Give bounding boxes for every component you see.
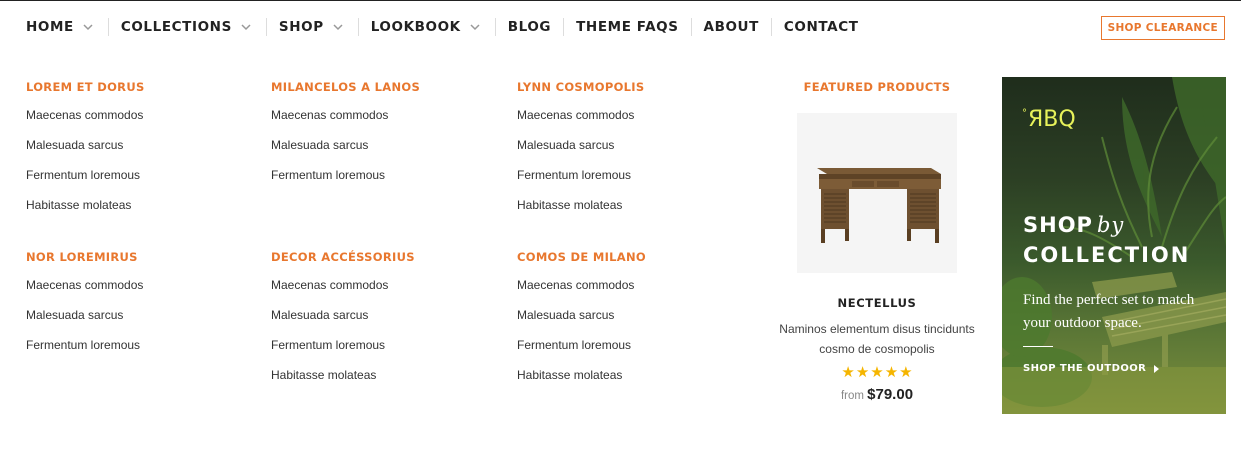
menu-column-title[interactable]: MILANCELOS A LANOS [271, 78, 501, 96]
menu-link[interactable]: Maecenas commodos [517, 278, 747, 308]
menu-column-title[interactable]: LOREM ET DORUS [26, 78, 256, 96]
menu-column-links: Maecenas commodos Malesuada sarcus Ferment… [26, 278, 256, 368]
nav-items: HOME COLLECTIONS SHOP LOOKBOOK BLOG THEME FAQ… [14, 1, 871, 53]
banner-text: Find the perfect set to match your outdo… [1023, 292, 1195, 331]
menu-column-title[interactable]: LYNN COSMOPOLIS [517, 78, 747, 96]
menu-link[interactable]: Malesuada sarcus [271, 308, 501, 338]
product-price-row: from $79.00 [778, 386, 976, 403]
banner-divider [1023, 346, 1053, 347]
menu-link[interactable]: Maecenas commodos [517, 108, 747, 138]
menu-link[interactable]: Fermentum loremous [26, 338, 256, 368]
menu-link[interactable]: Maecenas commodos [271, 108, 501, 138]
menu-column-1: LOREM ET DORUS Maecenas commodos Malesuad… [26, 78, 256, 228]
star-icon: ★ [899, 364, 913, 381]
menu-column-links: Maecenas commodos Malesuada sarcus Ferment… [26, 108, 256, 228]
menu-column-links: Maecenas commodos Malesuada sarcus Ferment… [271, 278, 501, 398]
menu-column-title[interactable]: DECOR ACCÉSSORIUS [271, 248, 501, 266]
product-price: $79.00 [867, 386, 914, 403]
collection-banner[interactable]: °ЯBQ SHOP by COLLECTION Find the perfect … [1002, 77, 1226, 414]
menu-link[interactable]: Malesuada sarcus [517, 138, 747, 168]
nav-item-label: SHOP [278, 19, 324, 35]
price-prefix: from [840, 390, 864, 402]
menu-link[interactable]: Fermentum loremous [271, 338, 501, 368]
banner-heading-collection: COLLECTION [1023, 243, 1191, 267]
menu-column-title[interactable]: COMOS DE MILANO [517, 248, 747, 266]
star-icon: ★ [841, 364, 855, 381]
product-name[interactable]: NECTELLUS [778, 296, 976, 310]
nav-item-about[interactable]: ABOUT [690, 18, 771, 36]
menu-link[interactable]: Habitasse molateas [271, 368, 501, 398]
nav-item-blog[interactable]: BLOG [494, 18, 563, 36]
nav-item-contact[interactable]: CONTACT [770, 18, 871, 36]
wooden-desk-image [817, 168, 941, 243]
menu-link[interactable]: Fermentum loremous [271, 168, 501, 198]
menu-link[interactable]: Fermentum loremous [517, 338, 747, 368]
menu-link[interactable]: Maecenas commodos [26, 278, 256, 308]
menu-column-3: LYNN COSMOPOLIS Maecenas commodos Malesua… [517, 78, 747, 228]
nav-item-label: CONTACT [783, 19, 859, 35]
menu-link[interactable]: Habitasse molateas [517, 368, 747, 398]
menu-link[interactable]: Habitasse molateas [517, 198, 747, 228]
menu-column-title[interactable]: NOR LOREMIRUS [26, 248, 256, 266]
chevron-down-icon [240, 22, 254, 32]
menu-link[interactable]: Malesuada sarcus [271, 138, 501, 168]
shop-the-outdoor-link[interactable]: SHOP THE OUTDOOR [1023, 363, 1160, 374]
menu-column-links: Maecenas commodos Malesuada sarcus Ferment… [517, 108, 747, 228]
banner-heading-by: by [1096, 213, 1125, 237]
menu-column-links: Maecenas commodos Malesuada sarcus Ferment… [517, 278, 747, 398]
shop-the-outdoor-label: SHOP THE OUTDOOR [1023, 363, 1147, 374]
nav-item-lookbook[interactable]: LOOKBOOK [357, 18, 495, 36]
menu-column-6: COMOS DE MILANO Maecenas commodos Malesua… [517, 248, 747, 398]
chevron-down-icon [82, 22, 96, 32]
banner-heading-line1: SHOP by [1023, 213, 1124, 237]
menu-link[interactable]: Fermentum loremous [517, 168, 747, 198]
chevron-down-icon [332, 22, 346, 32]
product-description: Naminos elementum disus tincidunts cosmo… [779, 322, 975, 356]
menu-column-2: MILANCELOS A LANOS Maecenas commodos Male… [271, 78, 501, 198]
menu-link[interactable]: Malesuada sarcus [26, 138, 256, 168]
star-icon: ★ [870, 364, 884, 381]
nav-item-theme-faqs[interactable]: THEME FAQS [563, 18, 690, 36]
nav-item-label: COLLECTIONS [120, 19, 232, 35]
featured-products: FEATURED PRODUCTS NECTELLUS Naminos elem… [778, 78, 976, 403]
menu-link[interactable]: Malesuada sarcus [26, 308, 256, 338]
nav-item-label: THEME FAQS [576, 19, 679, 35]
banner-heading-shop: SHOP [1023, 213, 1093, 237]
menu-link[interactable]: Habitasse molateas [26, 198, 256, 228]
nav-item-label: ABOUT [703, 19, 759, 35]
menu-column-5: DECOR ACCÉSSORIUS Maecenas commodos Males… [271, 248, 501, 398]
shop-clearance-label: SHOP CLEARANCE [1107, 22, 1218, 34]
featured-products-title: FEATURED PRODUCTS [803, 80, 951, 94]
menu-link[interactable]: Maecenas commodos [26, 108, 256, 138]
menu-link[interactable]: Fermentum loremous [26, 168, 256, 198]
menu-link[interactable]: Malesuada sarcus [517, 308, 747, 338]
menu-column-links: Maecenas commodos Malesuada sarcus Ferment… [271, 108, 501, 198]
menu-link[interactable]: Maecenas commodos [271, 278, 501, 308]
star-icon: ★ [884, 364, 899, 381]
nav-item-label: BLOG [507, 19, 552, 35]
star-icon: ★ [855, 364, 870, 381]
nav-item-collections[interactable]: COLLECTIONS [107, 18, 266, 36]
product-rating: ★ ★ ★ ★ ★ [778, 365, 976, 381]
nav-item-home[interactable]: HOME [14, 18, 108, 36]
shop-clearance-button[interactable]: SHOP CLEARANCE [1100, 16, 1225, 40]
nav-item-shop[interactable]: SHOP [265, 18, 358, 36]
chevron-down-icon [469, 22, 483, 32]
nav-item-label: HOME [26, 19, 74, 35]
arrow-right-icon [1154, 364, 1160, 373]
product-image[interactable] [797, 113, 957, 273]
menu-column-4: NOR LOREMIRUS Maecenas commodos Malesuada… [26, 248, 256, 368]
main-navigation: HOME COLLECTIONS SHOP LOOKBOOK BLOG THEME FAQ… [0, 1, 1241, 53]
brand-logo: °ЯBQ [1022, 107, 1076, 132]
nav-item-label: LOOKBOOK [370, 19, 461, 35]
